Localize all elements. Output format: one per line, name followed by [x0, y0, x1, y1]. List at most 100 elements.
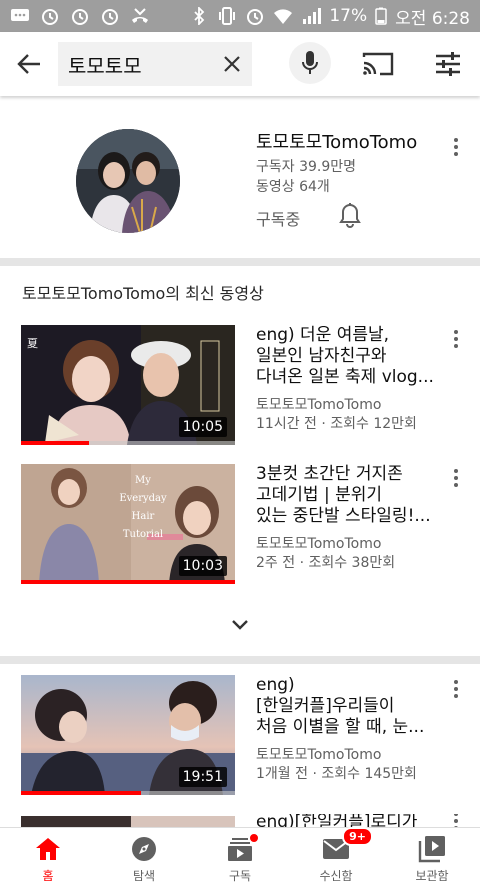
channel-card[interactable]: 토모토모TomoTomo 구독자 39.9만명 동영상 64개 구독중: [0, 96, 480, 258]
video-duration: 10:03: [178, 556, 227, 576]
video-item[interactable]: 夏 10:05 eng) 더운 여름날, 일본인 남자친구와 다녀온 일본 축제…: [0, 325, 480, 449]
library-icon: [417, 835, 447, 863]
video-channel[interactable]: 토모토모TomoTomo: [256, 533, 381, 553]
thumbnail-caption-line: Hair: [131, 511, 155, 522]
video-item[interactable]: eng)[한일커플]로디가: [0, 814, 480, 827]
video-channel[interactable]: 토모토모TomoTomo: [256, 744, 381, 764]
thumbnail-caption: My Everyday Hair Tutorial: [113, 472, 173, 544]
more-vert-icon: [454, 687, 458, 691]
alarm-icon: [247, 9, 264, 25]
channel-menu-button[interactable]: [444, 133, 468, 161]
nav-label: 보관함: [415, 869, 449, 883]
watch-progress-bar: [21, 441, 235, 445]
video-meta: 1개월 전 · 조회수 145만회: [256, 766, 417, 782]
search-input[interactable]: 토모토모: [58, 42, 252, 86]
video-menu-button[interactable]: [444, 325, 468, 353]
arrow-back-icon: [17, 54, 40, 74]
more-vert-icon: [454, 337, 458, 341]
microphone-icon: [302, 51, 318, 74]
more-vert-icon: [454, 145, 458, 149]
cast-icon: [362, 52, 394, 76]
video-menu-button[interactable]: [444, 464, 468, 492]
battery-icon: [375, 7, 387, 25]
video-thumbnail[interactable]: [21, 814, 235, 827]
nav-explore[interactable]: 탐색: [96, 828, 192, 891]
more-vert-icon: [454, 476, 458, 480]
section-title: 토모토모TomoTomo의 최신 동영상: [22, 284, 264, 303]
nav-label: 홈: [42, 869, 54, 883]
subscriber-count: 구독자 39.9만명: [256, 159, 357, 175]
video-menu-button[interactable]: [444, 814, 468, 827]
nav-subscriptions[interactable]: 구독: [192, 828, 288, 891]
watch-progress-fill: [21, 441, 90, 445]
nav-library[interactable]: 보관함: [384, 828, 480, 891]
explore-icon: [129, 835, 159, 863]
inbox-icon: 9+: [321, 827, 373, 863]
video-item[interactable]: My Everyday Hair Tutorial 10:03 3분컷 초간단 …: [0, 464, 480, 588]
home-icon: [33, 835, 63, 863]
wifi-icon: [274, 9, 293, 24]
video-channel[interactable]: 토모토모TomoTomo: [256, 394, 381, 414]
video-title-line: 처음 이별을 할 때, 눈...: [256, 717, 425, 737]
battery-percent: 17%: [329, 6, 368, 26]
alarm-icon: [42, 9, 58, 25]
search-query: 토모토모: [68, 53, 142, 78]
status-bar: 17% 오전 6:28: [0, 0, 480, 32]
video-duration: 19:51: [178, 767, 227, 787]
notification-bell-button[interactable]: [336, 201, 364, 229]
signal-icon: [303, 8, 322, 24]
vibrate-icon: [219, 7, 236, 25]
video-title-line: [한일커플]우리들이: [256, 696, 395, 716]
inbox-badge: 9+: [342, 827, 373, 846]
nav-home[interactable]: 홈: [0, 828, 96, 891]
chevron-down-icon: [232, 620, 248, 630]
search-header: 토모토모: [0, 32, 480, 96]
voice-search-button[interactable]: [289, 42, 331, 84]
watch-progress-bar: [21, 791, 235, 795]
video-meta: 11시간 전 · 조회수 12만회: [256, 416, 417, 432]
cast-button[interactable]: [356, 44, 400, 84]
thumbnail-caption-line: Tutorial: [122, 529, 164, 540]
video-title-line: eng) 더운 여름날,: [256, 325, 390, 345]
video-thumbnail[interactable]: 19:51: [21, 675, 235, 795]
video-title-line: 일본인 남자친구와: [256, 346, 387, 366]
close-icon: [224, 56, 240, 72]
bottom-navigation: 홈 탐색 구독 9+ 수신함 보관함: [0, 827, 480, 891]
video-title-line: eng): [256, 675, 295, 695]
svg-text:夏: 夏: [27, 337, 38, 350]
video-meta: 2주 전 · 조회수 38만회: [256, 555, 396, 571]
video-thumbnail[interactable]: My Everyday Hair Tutorial 10:03: [21, 464, 235, 584]
subscribed-button[interactable]: 구독중: [256, 206, 300, 230]
video-menu-button[interactable]: [444, 675, 468, 703]
back-button[interactable]: [0, 32, 58, 96]
section-divider: [0, 656, 480, 664]
video-title[interactable]: eng) 더운 여름날, 일본인 남자친구와 다녀온 일본 축제 vlog...: [256, 325, 446, 388]
video-item[interactable]: 19:51 eng) [한일커플]우리들이 처음 이별을 할 때, 눈... 토…: [0, 675, 480, 799]
nav-label: 탐색: [132, 869, 156, 883]
filter-button[interactable]: [426, 44, 470, 84]
channel-avatar[interactable]: [76, 129, 180, 233]
bluetooth-icon: [194, 7, 205, 25]
watch-progress-fill: [21, 791, 141, 795]
message-icon: [11, 9, 29, 21]
video-title[interactable]: 3분컷 초간단 거지존 고데기법 | 분위기 있는 중단발 스타일링!...: [256, 464, 446, 527]
nav-inbox[interactable]: 9+ 수신함: [288, 827, 384, 891]
avatar-image: [76, 129, 180, 233]
clear-search-button[interactable]: [212, 42, 252, 86]
video-thumbnail[interactable]: 夏 10:05: [21, 325, 235, 445]
notification-dot: [249, 833, 259, 843]
video-title[interactable]: eng) [한일커플]우리들이 처음 이별을 할 때, 눈...: [256, 675, 446, 738]
show-more-button[interactable]: [224, 612, 256, 638]
nav-label: 구독: [228, 869, 252, 883]
video-title[interactable]: eng)[한일커플]로디가: [256, 814, 446, 827]
tune-icon: [436, 52, 460, 76]
video-title-line: 3분컷 초간단 거지존: [256, 464, 403, 484]
video-title-line: eng)[한일커플]로디가: [256, 814, 418, 827]
video-title-line: 있는 중단발 스타일링!...: [256, 506, 431, 526]
alarm-icon: [72, 9, 88, 25]
thumbnail-caption-line: My Everyday: [119, 475, 167, 504]
thumbnail-image: [21, 816, 235, 827]
bell-icon: [339, 203, 361, 228]
nav-label: 수신함: [319, 869, 353, 883]
channel-name[interactable]: 토모토모TomoTomo: [256, 128, 417, 154]
